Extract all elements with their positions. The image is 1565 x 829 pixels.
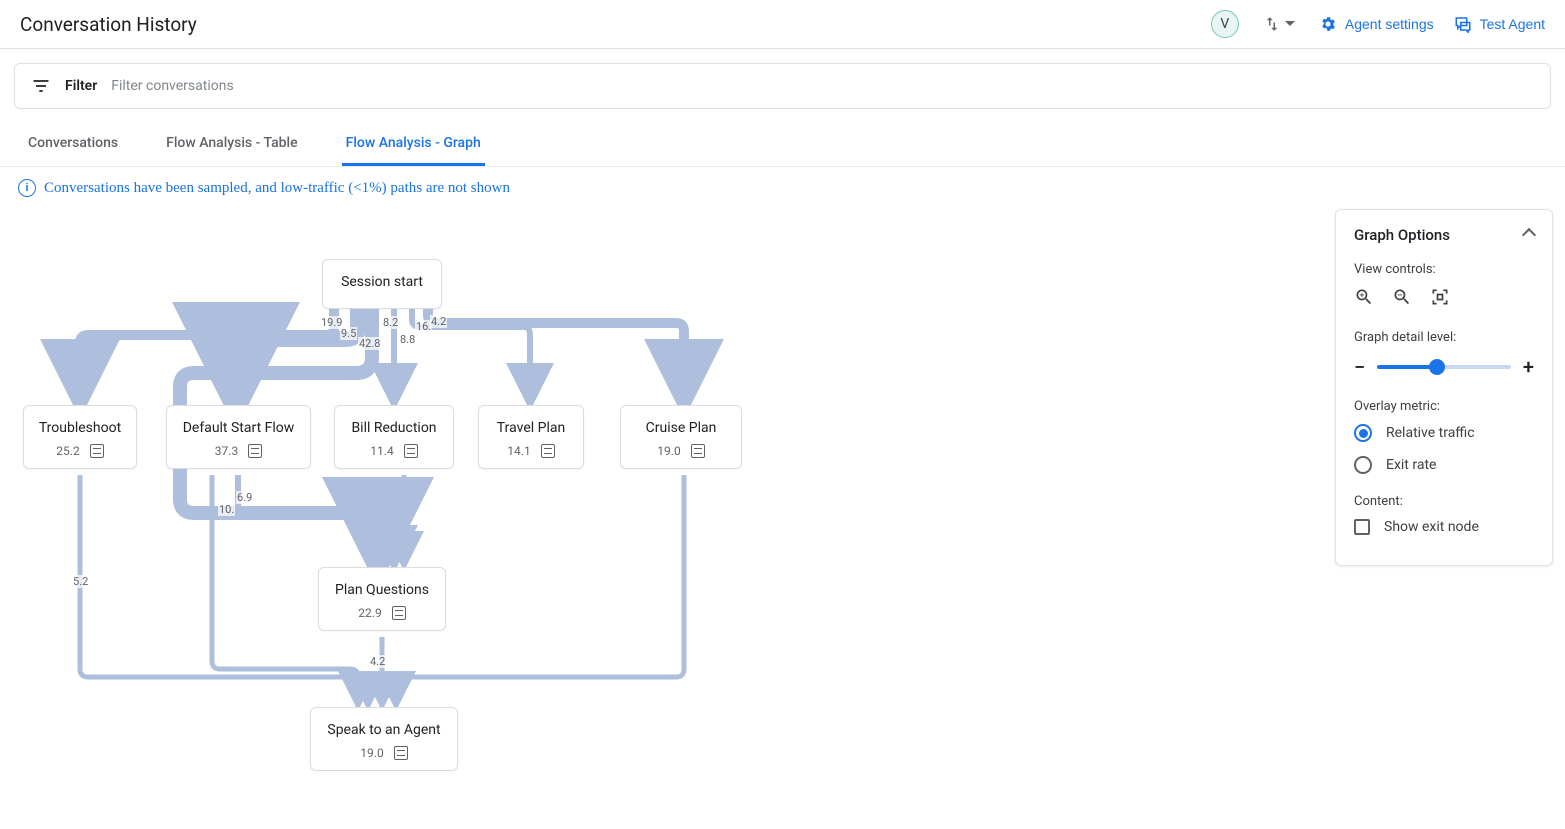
flow-node-session-start[interactable]: Session start [322, 259, 442, 309]
list-icon [392, 606, 406, 620]
detail-decrease[interactable]: − [1354, 355, 1365, 379]
info-icon: i [18, 179, 36, 197]
sort-dropdown[interactable] [1259, 11, 1299, 37]
detail-slider[interactable] [1377, 365, 1511, 369]
zoom-in-button[interactable] [1354, 287, 1374, 310]
list-icon [90, 444, 104, 458]
edge-label: 6.9 [236, 491, 253, 504]
edge-label: 9.5 [340, 327, 357, 340]
gear-icon [1319, 15, 1337, 33]
page-title: Conversation History [20, 13, 197, 36]
list-icon [541, 444, 555, 458]
collapse-icon[interactable] [1522, 228, 1536, 242]
edge-label: 8.2 [382, 316, 399, 329]
node-title: Cruise Plan [631, 420, 731, 436]
zoom-out-button[interactable] [1392, 287, 1412, 310]
node-title: Plan Questions [329, 582, 435, 598]
checkbox-unchecked-icon [1354, 519, 1370, 535]
fit-screen-button[interactable] [1430, 287, 1450, 310]
user-avatar[interactable]: V [1211, 10, 1239, 38]
detail-increase[interactable]: + [1523, 355, 1534, 379]
node-meta: 22.9 [329, 606, 435, 620]
node-meta: 25.2 [34, 444, 126, 458]
swap-vert-icon [1263, 15, 1281, 33]
list-icon [404, 444, 418, 458]
graph-options-panel: Graph Options View controls: Graph detai… [1335, 209, 1553, 566]
node-value: 14.1 [507, 444, 530, 458]
edge-label: 4.2 [369, 655, 386, 668]
node-title: Travel Plan [489, 420, 573, 436]
flow-node-default-start[interactable]: Default Start Flow 37.3 [166, 405, 311, 469]
agent-settings-button[interactable]: Agent settings [1319, 15, 1434, 33]
node-title: Speak to an Agent [321, 722, 447, 738]
header-actions: V Agent settings Test Agent [1211, 10, 1545, 38]
flow-node-bill-reduction[interactable]: Bill Reduction 11.4 [334, 405, 454, 469]
graph-canvas-wrap: Session start Troubleshoot 25.2 Default Sta… [0, 209, 1565, 829]
content-label: Content: [1354, 494, 1534, 509]
tab-conversations[interactable]: Conversations [24, 123, 122, 166]
node-meta: 19.0 [321, 746, 447, 760]
radio-checked-icon [1354, 424, 1372, 442]
node-value: 22.9 [358, 606, 381, 620]
flow-node-plan-questions[interactable]: Plan Questions 22.9 [318, 567, 446, 631]
list-icon [691, 444, 705, 458]
node-value: 19.0 [657, 444, 680, 458]
page-header: Conversation History V Agent settings Te… [0, 0, 1565, 49]
info-text: Conversations have been sampled, and low… [44, 180, 510, 197]
flow-canvas[interactable]: Session start Troubleshoot 25.2 Default Sta… [0, 209, 760, 829]
edge-label: 4.2 [430, 315, 447, 328]
edge-label: 8.8 [399, 333, 416, 346]
node-value: 25.2 [56, 444, 79, 458]
filter-bar[interactable]: Filter Filter conversations [14, 63, 1551, 109]
caret-down-icon [1285, 19, 1295, 29]
radio-unchecked-icon [1354, 456, 1372, 474]
node-meta: 19.0 [631, 444, 731, 458]
filter-input[interactable]: Filter conversations [111, 78, 233, 94]
edge-label: 42.8 [358, 337, 381, 350]
chat-icon [1454, 15, 1472, 33]
flow-node-cruise-plan[interactable]: Cruise Plan 19.0 [620, 405, 742, 469]
view-controls-label: View controls: [1354, 262, 1534, 277]
info-banner: i Conversations have been sampled, and l… [0, 167, 1565, 209]
overlay-exit-rate[interactable]: Exit rate [1354, 456, 1534, 474]
node-title: Troubleshoot [34, 420, 126, 436]
list-icon [394, 746, 408, 760]
flow-node-speak-agent[interactable]: Speak to an Agent 19.0 [310, 707, 458, 771]
node-value: 11.4 [370, 444, 393, 458]
edge-label: 10. [218, 503, 235, 516]
show-exit-node-checkbox[interactable]: Show exit node [1354, 519, 1534, 535]
node-title: Bill Reduction [345, 420, 443, 436]
tab-flow-table[interactable]: Flow Analysis - Table [162, 123, 302, 166]
edge-label: 5.2 [72, 575, 89, 588]
node-title: Default Start Flow [177, 420, 300, 436]
overlay-label: Overlay metric: [1354, 399, 1534, 414]
node-meta: 14.1 [489, 444, 573, 458]
flow-node-troubleshoot[interactable]: Troubleshoot 25.2 [23, 405, 137, 469]
tab-flow-graph[interactable]: Flow Analysis - Graph [342, 123, 485, 166]
overlay-relative-traffic[interactable]: Relative traffic [1354, 424, 1534, 442]
node-title: Session start [333, 274, 431, 290]
test-agent-button[interactable]: Test Agent [1454, 15, 1545, 33]
filter-label: Filter [65, 78, 97, 94]
node-meta: 11.4 [345, 444, 443, 458]
flow-node-travel-plan[interactable]: Travel Plan 14.1 [478, 405, 584, 469]
node-value: 19.0 [360, 746, 383, 760]
list-icon [248, 444, 262, 458]
tab-bar: Conversations Flow Analysis - Table Flow… [0, 123, 1565, 167]
node-value: 37.3 [215, 444, 238, 458]
node-meta: 37.3 [177, 444, 300, 458]
panel-title: Graph Options [1354, 226, 1450, 244]
detail-label: Graph detail level: [1354, 330, 1534, 345]
filter-icon [31, 76, 51, 96]
